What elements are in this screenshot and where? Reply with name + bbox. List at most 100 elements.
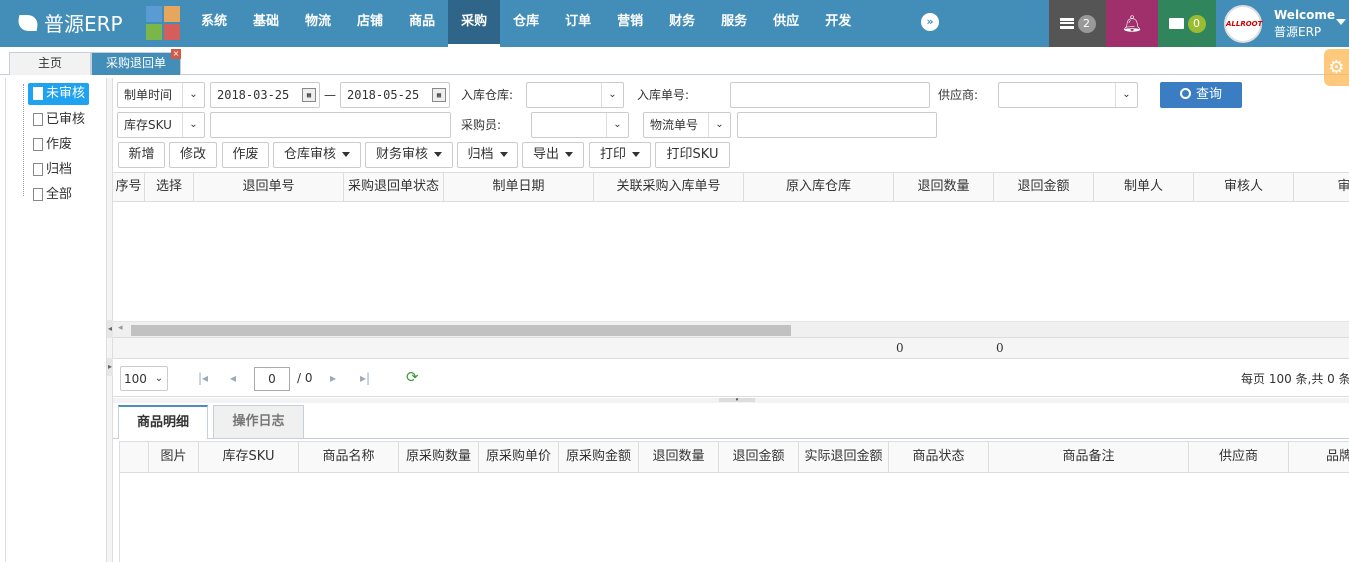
col-select[interactable]: 选择 [145, 173, 194, 201]
query-button[interactable]: 查询 [1160, 82, 1242, 108]
col-orig-purchase-amount[interactable]: 原采购金额 [559, 442, 639, 472]
scroll-left-icon[interactable]: ◂ [118, 323, 123, 333]
app-tiles-icon[interactable] [146, 6, 180, 40]
print-button[interactable]: 打印 [589, 142, 651, 168]
logistics-input[interactable] [737, 112, 937, 138]
tree-item-unaudited[interactable]: 未审核 [28, 83, 90, 105]
calendar-icon[interactable]: ▦ [302, 88, 316, 102]
print-sku-button[interactable]: 打印SKU [655, 142, 730, 168]
col-image[interactable]: 图片 [149, 442, 199, 472]
edit-button[interactable]: 修改 [169, 142, 217, 168]
col-return-no[interactable]: 退回单号 [194, 173, 344, 201]
tree-item-audited[interactable]: 已审核 [28, 109, 89, 131]
nav-item-supply[interactable]: 供应 [760, 0, 812, 47]
nav-item-shops[interactable]: 店铺 [344, 0, 396, 47]
nav-item-purchase[interactable]: 采购 [448, 0, 501, 47]
nav-item-marketing[interactable]: 营销 [604, 0, 656, 47]
col-creator[interactable]: 制单人 [1094, 173, 1194, 201]
archive-button[interactable]: 归档 [457, 142, 518, 168]
nav-item-service[interactable]: 服务 [708, 0, 760, 47]
buyer-select[interactable]: ⌄ [531, 112, 629, 138]
col-stock-sku[interactable]: 库存SKU [199, 442, 299, 472]
collapse-down-icon[interactable]: ▾ [719, 398, 755, 403]
tab-operation-log[interactable]: 操作日志 [213, 405, 304, 438]
scrollbar-thumb[interactable] [131, 325, 791, 336]
caret-down-icon [499, 152, 508, 157]
app-logo[interactable]: 普源ERP [16, 8, 123, 37]
tree-item-all[interactable]: 全部 [28, 184, 76, 206]
page-size-select[interactable]: 100 ⌄ [120, 366, 168, 391]
pager-summary: 每页 100 条,共 0 条 [1241, 372, 1349, 386]
add-button[interactable]: 新增 [118, 142, 165, 168]
tab-home[interactable]: 主页 [9, 52, 91, 75]
nav-item-basic[interactable]: 基础 [240, 0, 292, 47]
col-detail-row [119, 442, 149, 472]
prev-page-icon[interactable]: ◂ [230, 371, 236, 385]
date-from-input[interactable]: 2018-03-25 ▦ [210, 82, 320, 108]
col-auditor[interactable]: 审核人 [1194, 173, 1294, 201]
col-orig-unit-price[interactable]: 原采购单价 [479, 442, 559, 472]
export-button[interactable]: 导出 [522, 142, 584, 168]
nav-item-develop[interactable]: 开发 [812, 0, 864, 47]
envelope-icon [1168, 18, 1184, 29]
nav-item-products[interactable]: 商品 [396, 0, 448, 47]
col-product-name[interactable]: 商品名称 [299, 442, 399, 472]
date-to-input[interactable]: 2018-05-25 ▦ [340, 82, 450, 108]
nav-item-finance[interactable]: 财务 [656, 0, 708, 47]
supplier-select[interactable]: ⌄ [998, 82, 1138, 108]
col-status[interactable]: 采购退回单状态 [344, 173, 444, 201]
date-field-select[interactable]: 制单时间 ⌄ [117, 82, 205, 108]
nav-item-logistics[interactable]: 物流 [292, 0, 344, 47]
caret-down-icon [565, 152, 573, 157]
tab-product-detail[interactable]: 商品明细 [118, 405, 208, 439]
col-create-date[interactable]: 制单日期 [444, 173, 594, 201]
nav-item-warehouse[interactable]: 仓库 [500, 0, 552, 47]
col-detail-return-qty[interactable]: 退回数量 [639, 442, 719, 472]
sku-field-select[interactable]: 库存SKU ⌄ [117, 112, 205, 138]
warehouse-select[interactable]: ⌄ [526, 82, 624, 108]
finance-audit-button[interactable]: 财务审核 [365, 142, 453, 168]
nav-item-orders[interactable]: 订单 [552, 0, 604, 47]
calendar-icon[interactable]: ▦ [432, 88, 446, 102]
chevron-down-icon: ⌄ [1115, 83, 1137, 107]
warehouse-audit-button[interactable]: 仓库审核 [273, 142, 361, 168]
col-brand[interactable]: 品牌 [1289, 442, 1349, 472]
col-return-qty[interactable]: 退回数量 [894, 173, 994, 201]
tree-item-voided[interactable]: 作废 [28, 134, 76, 156]
tab-purchase-return[interactable]: 采购退回单 × [91, 49, 181, 75]
col-audit-more[interactable]: 审 [1294, 173, 1349, 201]
tree-item-archived[interactable]: 归档 [28, 159, 76, 181]
next-page-icon[interactable]: ▸ [330, 371, 336, 385]
caret-down-icon [342, 152, 350, 157]
caret-down-icon [1336, 19, 1346, 25]
document-icon [33, 113, 43, 126]
col-orig-purchase-qty[interactable]: 原采购数量 [399, 442, 479, 472]
refresh-icon[interactable]: ⟳ [406, 368, 419, 386]
buyer-label: 采购员: [461, 118, 502, 132]
close-icon[interactable]: × [171, 49, 181, 59]
first-page-icon[interactable]: |◂ [198, 371, 208, 385]
stockin-no-input[interactable] [730, 82, 930, 108]
notifications-button[interactable]: 🔔︎ [1106, 0, 1158, 47]
col-supplier[interactable]: 供应商 [1189, 442, 1289, 472]
grid-horizontal-scrollbar[interactable]: ◂ [113, 321, 1349, 337]
col-linked-stockin-no[interactable]: 关联采购入库单号 [594, 173, 744, 201]
col-original-warehouse[interactable]: 原入库仓库 [744, 173, 894, 201]
sku-input[interactable] [210, 112, 451, 138]
void-button[interactable]: 作废 [222, 142, 269, 168]
user-menu[interactable]: ALLROOT Welcome 普源ERP [1216, 0, 1349, 47]
logistics-field-select[interactable]: 物流单号 ⌄ [643, 112, 731, 138]
nav-more-button[interactable]: » [921, 13, 939, 31]
col-product-status[interactable]: 商品状态 [889, 442, 989, 472]
last-page-icon[interactable]: ▸| [360, 371, 370, 385]
messages-button[interactable]: 0 [1158, 0, 1216, 47]
page-number-input[interactable]: 0 [254, 367, 290, 391]
col-detail-return-amount[interactable]: 退回金额 [719, 442, 799, 472]
tasks-button[interactable]: 2 [1049, 0, 1106, 47]
nav-item-system[interactable]: 系统 [188, 0, 240, 47]
col-actual-return-amount[interactable]: 实际退回金额 [799, 442, 889, 472]
col-product-remark[interactable]: 商品备注 [989, 442, 1189, 472]
col-return-amount[interactable]: 退回金额 [994, 173, 1094, 201]
col-index[interactable]: 序号 [113, 173, 145, 201]
print-label: 打印 [599, 147, 626, 162]
